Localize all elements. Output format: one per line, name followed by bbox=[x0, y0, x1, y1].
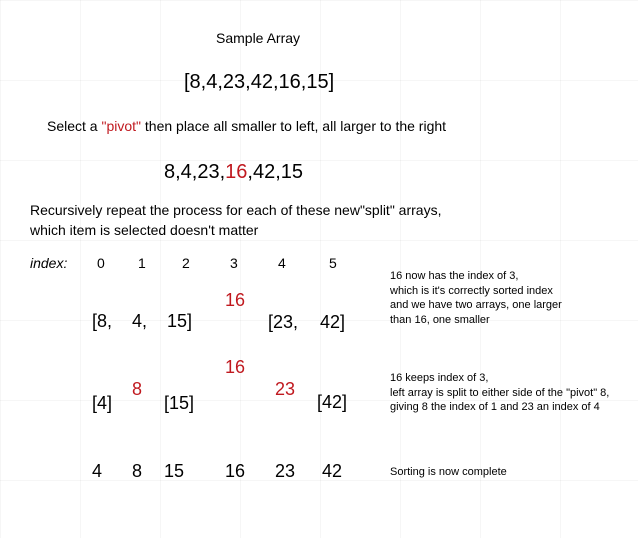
step1-right-item-1: 42] bbox=[320, 312, 346, 332]
step1-note-line-4: than 16, one smaller bbox=[390, 313, 490, 326]
pivot-array: 8,4,23,16,42,15 bbox=[164, 162, 303, 182]
title: Sample Array bbox=[216, 30, 301, 46]
recursion-line-2: which item is selected doesn't matter bbox=[30, 222, 259, 238]
final-value-5: 42 bbox=[322, 461, 343, 481]
instruction-after: then place all smaller to left, all larg… bbox=[141, 118, 447, 134]
initial-array: [8,4,23,42,16,15] bbox=[184, 71, 335, 93]
step1-left-item-1: 4, bbox=[132, 311, 148, 331]
step1-note: 16 now has the index of 3, which is it's… bbox=[390, 269, 562, 327]
step1-pivot: 16 bbox=[225, 290, 246, 310]
index-0: 0 bbox=[97, 255, 105, 271]
index-4: 4 bbox=[278, 255, 286, 271]
final-value-2: 15 bbox=[164, 461, 185, 481]
step2-middle-array: [15] bbox=[164, 393, 195, 413]
index-5: 5 bbox=[329, 255, 337, 271]
final-value-1: 8 bbox=[132, 461, 143, 481]
step1-note-line-2: which is it's correctly sorted index bbox=[390, 284, 553, 297]
step2-pivot: 16 bbox=[225, 357, 246, 377]
step1-left-item-2: 15] bbox=[167, 311, 193, 331]
instruction-text: Select a "pivot" then place all smaller … bbox=[47, 119, 446, 133]
index-3: 3 bbox=[230, 255, 238, 271]
instruction-before: Select a bbox=[47, 118, 102, 134]
step2-left-array: [4] bbox=[92, 393, 113, 413]
index-1: 1 bbox=[138, 255, 146, 271]
pivot-array-before: 8,4,23, bbox=[164, 161, 226, 183]
step2-right-array: [42] bbox=[317, 392, 348, 412]
pivot-word: "pivot" bbox=[101, 118, 141, 134]
index-label: index: bbox=[30, 255, 68, 271]
pivot-array-pivot: 16 bbox=[225, 161, 248, 183]
step2-left-pivot: 8 bbox=[132, 379, 143, 399]
step1-note-line-3: and we have two arrays, one larger bbox=[390, 299, 562, 311]
step1-right-item-0: [23, bbox=[268, 312, 299, 332]
step1-note-line-1: 16 now has the index of 3, bbox=[390, 270, 519, 282]
step2-note-line-2: left array is split to either side of th… bbox=[390, 386, 610, 399]
recursion-line-1: Recursively repeat the process for each … bbox=[30, 202, 442, 218]
final-note: Sorting is now complete bbox=[390, 466, 507, 478]
pivot-array-after: ,42,15 bbox=[247, 161, 304, 183]
step2-note: 16 keeps index of 3, left array is split… bbox=[390, 371, 609, 415]
final-value-4: 23 bbox=[275, 461, 296, 481]
step1-left-item-0: [8, bbox=[92, 311, 113, 331]
final-value-3: 16 bbox=[225, 461, 246, 481]
index-2: 2 bbox=[182, 255, 190, 271]
step2-right-pivot: 23 bbox=[275, 379, 296, 399]
step2-note-line-1: 16 keeps index of 3, bbox=[390, 372, 489, 384]
step2-note-line-3: giving 8 the index of 1 and 23 an index … bbox=[390, 401, 600, 413]
final-value-0: 4 bbox=[92, 461, 103, 481]
